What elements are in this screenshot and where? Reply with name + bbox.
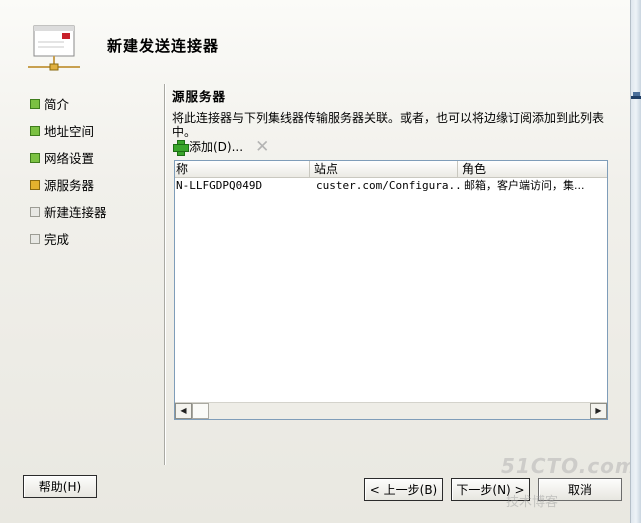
server-list[interactable]: 称 站点 角色 N-LLFGDPQ049D custer.com/Configu… xyxy=(174,160,608,420)
send-connector-icon xyxy=(24,20,84,76)
column-header-name[interactable]: 称 xyxy=(175,161,310,177)
scrollbar-track[interactable] xyxy=(209,403,590,419)
horizontal-scrollbar[interactable]: ◀ ▶ xyxy=(175,402,607,419)
step-label: 新建连接器 xyxy=(44,205,107,220)
step-label: 源服务器 xyxy=(44,178,95,193)
row-name-cell: N-LLFGDPQ049D xyxy=(176,179,263,192)
window-edge-accent-dark xyxy=(631,96,641,99)
step-complete-icon xyxy=(30,125,40,136)
scrollbar-thumb[interactable] xyxy=(192,403,209,419)
step-new-connector: 新建连接器 xyxy=(30,198,107,225)
table-row[interactable]: N-LLFGDPQ049D custer.com/Configura... 邮箱… xyxy=(175,178,607,194)
step-pending-icon xyxy=(30,233,40,244)
step-label: 网络设置 xyxy=(44,151,95,166)
step-label: 完成 xyxy=(44,232,70,247)
step-complete-icon xyxy=(30,98,40,109)
step-source-server: 源服务器 xyxy=(30,171,107,198)
watermark-site: 51CTO.com xyxy=(501,454,637,478)
add-server-button[interactable]: 添加(D)... xyxy=(172,138,244,156)
step-label: 地址空间 xyxy=(44,124,95,139)
scroll-left-icon[interactable]: ◀ xyxy=(175,403,192,419)
vertical-divider xyxy=(164,84,166,465)
wizard-window: 新建发送连接器 简介 地址空间 网络设置 源服务器 新建连接器 完成 源服务器 xyxy=(0,0,636,523)
step-current-icon xyxy=(30,179,40,190)
step-complete-icon xyxy=(30,152,40,163)
help-button[interactable]: 帮助(H) xyxy=(23,475,97,498)
list-toolbar: 添加(D)... ✕ xyxy=(172,138,269,156)
back-button[interactable]: < 上一步(B) xyxy=(364,478,443,501)
row-role-cell: 邮箱，客户端访问，集... xyxy=(464,179,585,192)
list-header: 称 站点 角色 xyxy=(175,161,607,178)
step-pending-icon xyxy=(30,206,40,217)
wizard-title: 新建发送连接器 xyxy=(107,37,220,55)
remove-x-icon[interactable]: ✕ xyxy=(255,138,269,155)
source-server-panel: 源服务器 将此连接器与下列集线器传输服务器关联。或者，也可以将边缘订阅添加到此列… xyxy=(172,86,612,420)
row-site-cell: custer.com/Configura... xyxy=(316,179,461,192)
section-heading: 源服务器 xyxy=(172,89,227,104)
step-finish: 完成 xyxy=(30,225,107,252)
watermark-blog: 技术博客 xyxy=(506,495,559,510)
step-intro: 简介 xyxy=(30,90,107,117)
column-header-role[interactable]: 角色 xyxy=(458,161,607,177)
column-header-site[interactable]: 站点 xyxy=(310,161,458,177)
plus-icon xyxy=(172,139,189,156)
step-label: 简介 xyxy=(44,97,70,112)
step-network-settings: 网络设置 xyxy=(30,144,107,171)
scroll-right-icon[interactable]: ▶ xyxy=(590,403,607,419)
wizard-steps: 简介 地址空间 网络设置 源服务器 新建连接器 完成 xyxy=(30,90,107,252)
add-button-label: 添加(D)... xyxy=(189,140,244,154)
step-address-space: 地址空间 xyxy=(30,117,107,144)
background-window-edge xyxy=(630,0,641,523)
section-description: 将此连接器与下列集线器传输服务器关联。或者，也可以将边缘订阅添加到此列表中。 xyxy=(172,111,605,139)
